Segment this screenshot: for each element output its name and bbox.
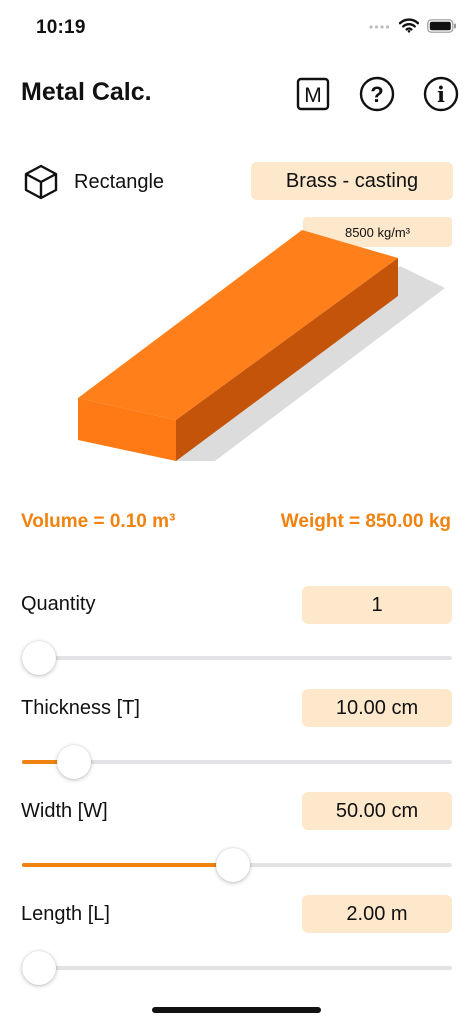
svg-text:?: ?: [370, 82, 383, 107]
shape-label: Rectangle: [74, 170, 165, 193]
quantity-slider[interactable]: [22, 641, 452, 675]
volume-result: Volume = 0.10 m³: [21, 511, 176, 532]
info-button[interactable]: i: [422, 75, 460, 113]
slider-fill: [22, 863, 233, 867]
slider-thumb[interactable]: [22, 951, 57, 985]
length-value[interactable]: 2.00 m: [302, 895, 452, 933]
signal-icon: [369, 19, 391, 37]
width-value[interactable]: 50.00 cm: [302, 792, 452, 830]
cube-icon: [24, 164, 58, 200]
length-label: Length [L]: [21, 903, 110, 925]
info-icon: i: [423, 76, 459, 112]
svg-text:M: M: [304, 84, 322, 107]
width-label: Width [W]: [21, 800, 108, 822]
material-m-icon: M: [296, 77, 330, 111]
slider-thumb[interactable]: [56, 745, 91, 779]
width-slider[interactable]: [22, 848, 452, 882]
help-icon: ?: [359, 76, 395, 112]
slider-thumb[interactable]: [22, 641, 57, 675]
slider-thumb[interactable]: [215, 848, 250, 882]
wifi-icon: [398, 18, 420, 38]
quantity-label: Quantity: [21, 593, 96, 615]
help-button[interactable]: ?: [358, 75, 396, 113]
app-title: Metal Calc.: [21, 78, 152, 106]
status-time: 10:19: [36, 17, 86, 38]
material-button[interactable]: M: [294, 75, 332, 113]
weight-result: Weight = 850.00 kg: [280, 511, 451, 532]
length-slider[interactable]: [22, 951, 452, 985]
svg-text:i: i: [437, 82, 445, 107]
slider-track: [22, 656, 452, 660]
home-indicator: [152, 1007, 321, 1013]
quantity-value[interactable]: 1: [302, 586, 452, 624]
status-icons: [369, 18, 457, 38]
thickness-label: Thickness [T]: [21, 697, 140, 719]
material-selector[interactable]: Brass - casting: [251, 162, 453, 200]
thickness-value[interactable]: 10.00 cm: [302, 689, 452, 727]
battery-icon: [427, 18, 457, 38]
thickness-slider[interactable]: [22, 745, 452, 779]
shape-selector[interactable]: Rectangle: [22, 163, 164, 201]
slider-track: [22, 966, 452, 970]
block-illustration: [78, 230, 445, 461]
